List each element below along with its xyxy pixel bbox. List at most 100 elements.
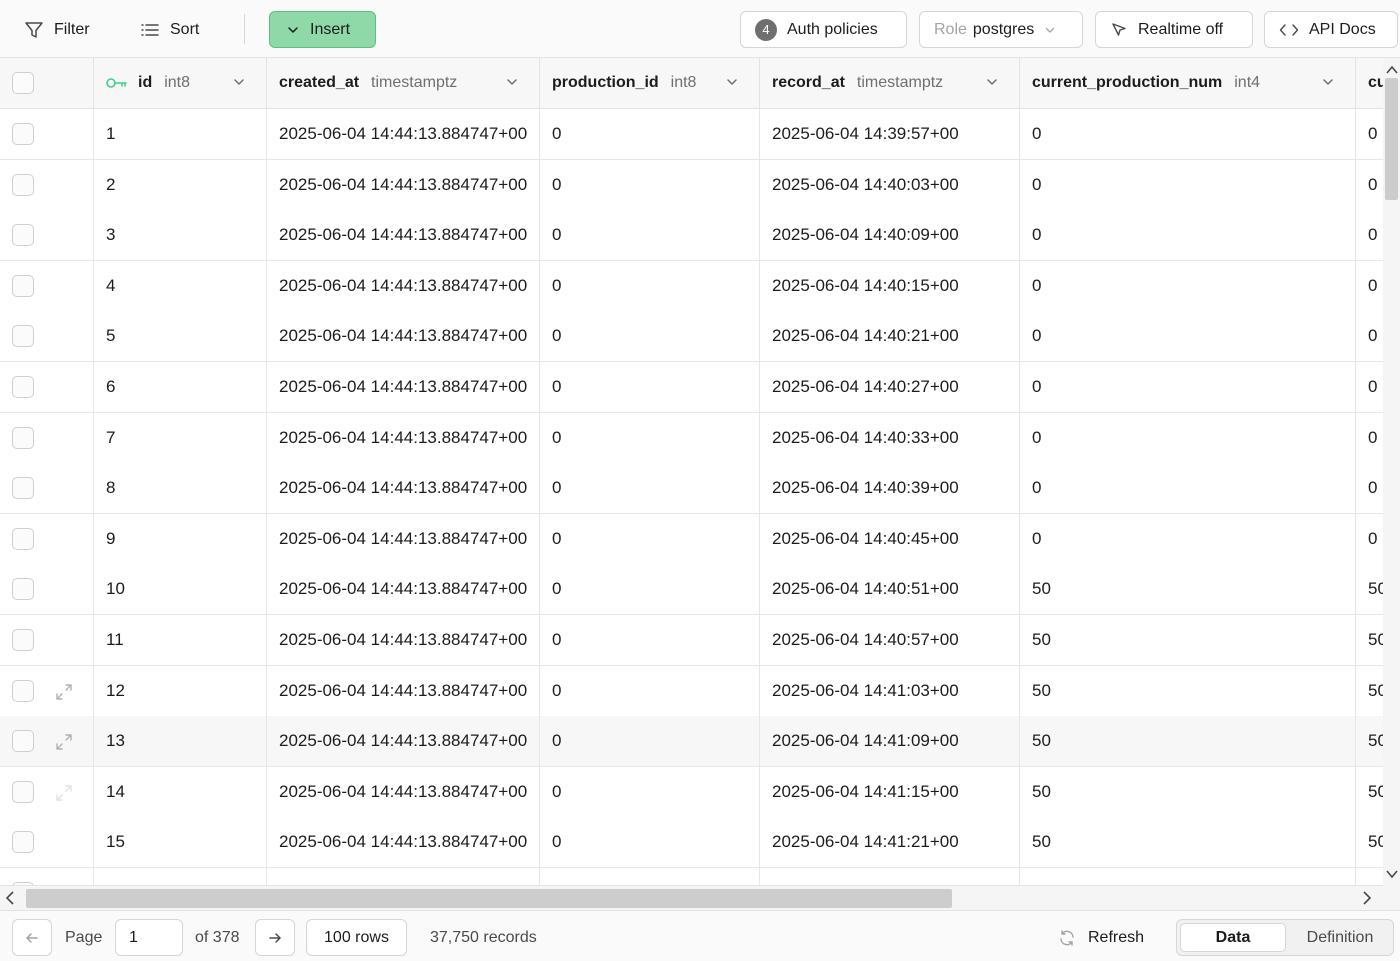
cell-created-at[interactable]: 2025-06-04 14:44:13.884747+00 [267,716,540,767]
column-header-current-production-num[interactable]: current_production_num int4 [1020,58,1356,108]
cell-current-production-num[interactable]: 50 [1020,766,1356,817]
column-header-production-id[interactable]: production_id int8 [540,58,760,108]
row-checkbox[interactable] [12,578,34,601]
cell-created-at[interactable]: 2025-06-04 14:44:13.884747+00 [267,564,540,615]
cell-truncated[interactable]: 0 [1356,362,1383,412]
row-checkbox[interactable] [12,527,34,550]
horizontal-scrollbar[interactable] [0,885,1383,910]
row-checkbox[interactable] [12,224,34,247]
cell-production-id[interactable]: 0 [540,665,760,716]
cell-truncated[interactable]: 50 [1356,817,1383,867]
auth-policies-button[interactable]: 4 Auth policies [740,11,907,48]
column-header-created-at[interactable]: created_at timestamptz [267,58,540,108]
column-header-record-at[interactable]: record_at timestamptz [760,58,1020,108]
data-view-tab[interactable]: Data [1180,923,1286,952]
table-row[interactable]: 13 2025-06-04 14:44:13.884747+00 0 2025-06-… [0,716,1383,768]
table-row[interactable]: 14 2025-06-04 14:44:13.884747+00 0 2025-06-… [0,766,1383,818]
cell-record-at[interactable]: 2025-06-04 14:40:45+00 [760,513,1020,564]
cell-production-id[interactable]: 0 [540,564,760,615]
scroll-down-arrow-icon[interactable] [1386,866,1398,884]
row-checkbox[interactable] [12,831,34,854]
cell-record-at[interactable]: 2025-06-04 14:40:27+00 [760,362,1020,412]
table-row[interactable]: 12 2025-06-04 14:44:13.884747+00 0 2025-06-… [0,665,1383,717]
rows-per-page-button[interactable]: 100 rows [306,919,407,956]
cell-record-at[interactable]: 2025-06-04 14:41:21+00 [760,817,1020,868]
cell-truncated[interactable]: 50 [1356,615,1383,665]
filter-button[interactable]: Filter [24,11,90,48]
select-all-checkbox[interactable] [12,72,34,94]
page-input[interactable]: 1 [115,919,183,956]
role-select[interactable]: Role postgres [919,11,1083,48]
table-row[interactable]: 7 2025-06-04 14:44:13.884747+00 0 2025-06-0… [0,412,1383,464]
cell-truncated[interactable]: 0 [1356,261,1383,311]
cell-production-id[interactable]: 0 [540,513,760,564]
cell-current-production-num[interactable]: 50 [1020,868,1356,885]
row-checkbox[interactable] [12,780,34,803]
sort-button[interactable]: Sort [140,11,199,48]
cell-id[interactable]: 7 [94,412,267,463]
table-row[interactable]: 4 2025-06-04 14:44:13.884747+00 0 2025-06-0… [0,260,1383,312]
cell-id[interactable]: 2 [94,159,267,210]
next-page-button[interactable] [255,919,295,956]
cell-production-id[interactable]: 0 [540,716,760,767]
cell-record-at[interactable]: 2025-06-04 14:39:57+00 [760,109,1020,159]
cell-created-at[interactable]: 2025-06-04 14:44:13.884747+00 [267,463,540,514]
cell-current-production-num[interactable]: 50 [1020,615,1356,665]
cell-record-at[interactable]: 2025-06-04 14:41:03+00 [760,665,1020,716]
chevron-down-icon[interactable] [1321,75,1335,94]
column-header-truncated[interactable]: cu [1356,58,1383,108]
row-checkbox[interactable] [12,376,34,398]
vertical-scrollbar[interactable] [1383,58,1400,885]
cell-production-id[interactable]: 0 [540,412,760,463]
cell-created-at[interactable]: 2025-06-04 14:44:13.884747+00 [267,159,540,210]
cell-created-at[interactable]: 2025-06-04 14:44:13.884747+00 [267,109,540,159]
row-checkbox[interactable] [12,477,34,500]
cell-created-at[interactable]: 2025-06-04 14:44:13.884747+00 [267,868,540,885]
cell-id[interactable]: 10 [94,564,267,615]
cell-id[interactable]: 4 [94,260,267,311]
expand-row-icon[interactable] [54,682,74,707]
row-checkbox[interactable] [12,123,34,145]
scroll-right-arrow-icon[interactable] [1362,891,1372,910]
cell-record-at[interactable]: 2025-06-04 14:40:39+00 [760,463,1020,514]
cell-truncated[interactable]: 50 [1356,868,1383,885]
cell-current-production-num[interactable]: 0 [1020,311,1356,362]
cell-record-at[interactable]: 2025-06-04 14:40:09+00 [760,210,1020,261]
cell-production-id[interactable]: 0 [540,210,760,261]
chevron-down-icon[interactable] [725,75,739,94]
cell-production-id[interactable]: 0 [540,362,760,412]
cell-current-production-num[interactable]: 0 [1020,260,1356,311]
cell-record-at[interactable]: 2025-06-04 14:41:15+00 [760,766,1020,817]
cell-id[interactable]: 1 [94,109,267,159]
cell-created-at[interactable]: 2025-06-04 14:44:13.884747+00 [267,210,540,261]
chevron-down-icon[interactable] [505,75,519,94]
cell-production-id[interactable]: 0 [540,109,760,159]
cell-truncated[interactable]: 50 [1356,666,1383,716]
cell-record-at[interactable]: 2025-06-04 14:41:09+00 [760,716,1020,767]
cell-created-at[interactable]: 2025-06-04 14:44:13.884747+00 [267,412,540,463]
cell-record-at[interactable]: 2025-06-04 14:41:27+00 [760,868,1020,885]
cell-id[interactable]: 6 [94,362,267,412]
expand-row-icon[interactable] [54,732,74,757]
cell-id[interactable]: 15 [94,817,267,868]
cell-truncated[interactable]: 0 [1356,514,1383,564]
realtime-button[interactable]: Realtime off [1095,11,1253,48]
cell-current-production-num[interactable]: 0 [1020,412,1356,463]
cell-truncated[interactable]: 50 [1356,564,1383,614]
vertical-scroll-thumb[interactable] [1385,78,1398,200]
cell-created-at[interactable]: 2025-06-04 14:44:13.884747+00 [267,817,540,868]
cell-production-id[interactable]: 0 [540,615,760,665]
row-checkbox[interactable] [12,426,34,449]
cell-current-production-num[interactable]: 50 [1020,817,1356,868]
api-docs-button[interactable]: API Docs [1264,11,1398,48]
cell-created-at[interactable]: 2025-06-04 14:44:13.884747+00 [267,260,540,311]
row-checkbox[interactable] [12,274,34,297]
cell-id[interactable]: 14 [94,766,267,817]
cell-record-at[interactable]: 2025-06-04 14:40:15+00 [760,260,1020,311]
cell-production-id[interactable]: 0 [540,817,760,868]
table-row[interactable]: 11 2025-06-04 14:44:13.884747+00 0 2025-06-… [0,615,1383,666]
cell-created-at[interactable]: 2025-06-04 14:44:13.884747+00 [267,766,540,817]
cell-current-production-num[interactable]: 50 [1020,716,1356,767]
cell-current-production-num[interactable]: 0 [1020,109,1356,159]
table-row[interactable]: 162025-06-04 14:44:13.884747+0002025-06-… [0,868,1383,885]
